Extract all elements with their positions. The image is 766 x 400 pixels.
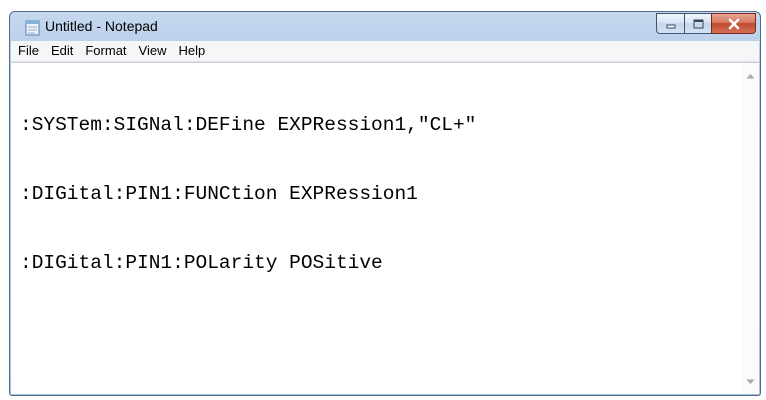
close-button[interactable] [711, 13, 756, 34]
window-title: Untitled - Notepad [45, 18, 158, 34]
text-editor[interactable]: :SYSTem:SIGNal:DEFine EXPRession1,"CL+" … [11, 62, 759, 394]
close-icon [728, 18, 739, 29]
caption-buttons [656, 13, 756, 35]
notepad-icon [25, 20, 40, 36]
menu-file[interactable]: File [11, 41, 45, 61]
editor-line: :DIGital:PIN1:POLarity POSitive [20, 252, 383, 274]
scroll-up-button[interactable] [742, 67, 759, 84]
chevron-up-icon [746, 73, 755, 78]
editor-content[interactable]: :SYSTem:SIGNal:DEFine EXPRession1,"CL+" … [20, 68, 729, 394]
menu-help[interactable]: Help [172, 41, 211, 61]
vertical-scrollbar[interactable] [742, 63, 759, 394]
menu-format[interactable]: Format [79, 41, 132, 61]
minimize-button[interactable] [656, 13, 684, 34]
title-bar[interactable]: Untitled - Notepad [10, 12, 760, 41]
chevron-down-icon [746, 379, 755, 384]
editor-line: :DIGital:PIN1:FUNCtion EXPRession1 [20, 183, 418, 205]
scroll-down-button[interactable] [742, 373, 759, 390]
minimize-icon [666, 24, 675, 28]
notepad-window: Untitled - Notepad File Edit Format View… [9, 11, 761, 396]
maximize-icon [693, 19, 704, 28]
menu-edit[interactable]: Edit [45, 41, 79, 61]
editor-line: :SYSTem:SIGNal:DEFine EXPRession1,"CL+" [20, 114, 477, 136]
maximize-button[interactable] [684, 13, 711, 34]
menu-view[interactable]: View [133, 41, 173, 61]
menu-bar: File Edit Format View Help [11, 41, 759, 62]
